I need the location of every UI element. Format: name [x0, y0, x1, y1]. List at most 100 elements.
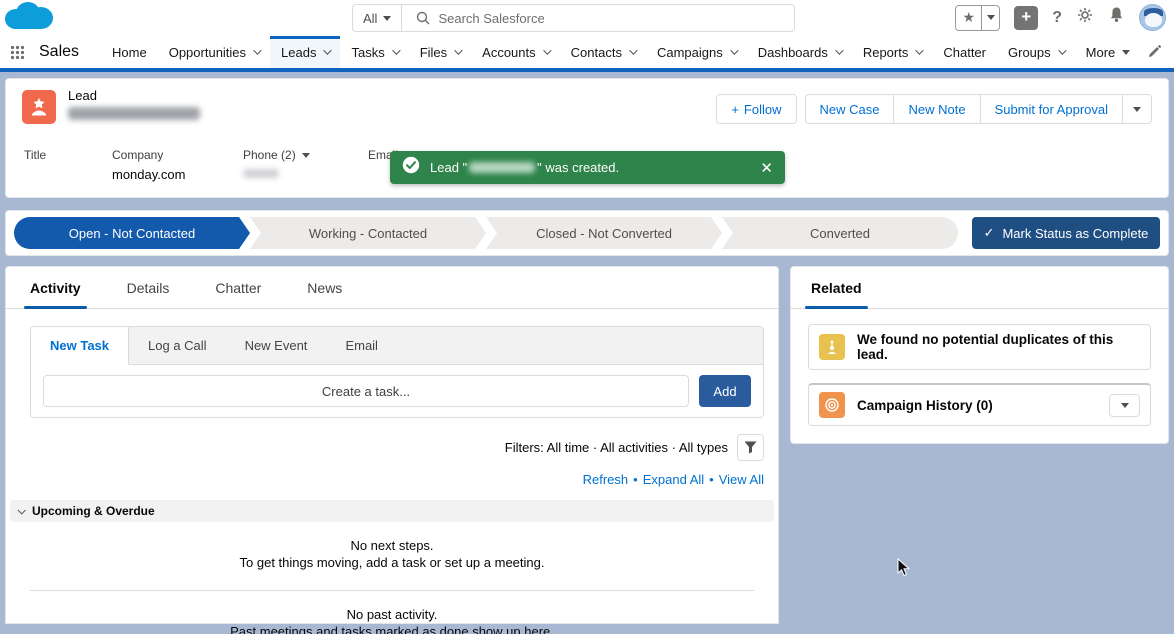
salesforce-lead-page: All ★ + ? — [0, 0, 1174, 634]
help-icon[interactable]: ? — [1052, 9, 1062, 27]
chevron-down-icon — [916, 46, 924, 54]
no-next-steps-message: No next steps. To get things moving, add… — [6, 537, 778, 571]
global-actions-plus-icon[interactable]: + — [1014, 6, 1038, 30]
nav-item-files[interactable]: Files — [409, 36, 471, 68]
tab-new-event[interactable]: New Event — [226, 327, 327, 364]
favorites-chevron-icon[interactable] — [982, 6, 999, 30]
edit-navigation-pencil-icon[interactable] — [1146, 44, 1162, 65]
tab-new-task[interactable]: New Task — [31, 327, 129, 365]
phone-dropdown-icon[interactable] — [302, 153, 310, 158]
campaign-history-title: Campaign History (0) — [857, 398, 993, 413]
path-stage-converted[interactable]: Converted — [722, 217, 958, 249]
follow-button[interactable]: + Follow — [716, 94, 796, 124]
chevron-down-icon — [324, 46, 332, 54]
nav-item-tasks[interactable]: Tasks — [340, 36, 408, 68]
phone-value-redacted — [243, 169, 279, 178]
submit-for-approval-button[interactable]: Submit for Approval — [980, 94, 1122, 124]
campaign-history-card: Campaign History (0) — [808, 383, 1151, 426]
search-scope-dropdown[interactable]: All — [353, 5, 402, 31]
refresh-link[interactable]: Refresh — [583, 472, 629, 487]
chevron-down-icon — [629, 46, 637, 54]
duplicates-message: We found no potential duplicates of this… — [857, 332, 1140, 362]
nav-item-accounts[interactable]: Accounts — [471, 36, 559, 68]
activity-divider — [30, 590, 754, 591]
toast-lead-name-redacted — [469, 162, 535, 173]
nav-item-dashboards[interactable]: Dashboards — [747, 36, 852, 68]
tab-email[interactable]: Email — [326, 327, 397, 364]
expand-all-link[interactable]: Expand All — [643, 472, 704, 487]
nav-item-groups[interactable]: Groups — [997, 36, 1075, 68]
tab-activity[interactable]: Activity — [30, 267, 81, 308]
favorites-star-icon[interactable]: ★ — [956, 6, 982, 30]
upcoming-overdue-section-header[interactable]: Upcoming & Overdue — [10, 500, 774, 522]
duplicates-card: We found no potential duplicates of this… — [808, 324, 1151, 370]
tab-details[interactable]: Details — [127, 267, 170, 308]
favorites-control[interactable]: ★ — [955, 5, 1000, 31]
search-input[interactable] — [438, 11, 794, 26]
nav-item-leads[interactable]: Leads — [270, 36, 340, 68]
add-task-button[interactable]: Add — [699, 375, 751, 407]
success-toast: Lead " " was created. ✕ — [390, 151, 785, 184]
activity-publisher: New Task Log a Call New Event Email Add — [30, 326, 764, 418]
campaign-icon — [819, 392, 845, 418]
toast-close-icon[interactable]: ✕ — [760, 159, 773, 177]
chevron-down-icon — [454, 46, 462, 54]
global-search[interactable]: All — [352, 4, 795, 32]
nav-item-contacts[interactable]: Contacts — [560, 36, 646, 68]
activity-filters-summary: Filters: All time · All activities · All… — [505, 440, 728, 455]
app-navigation-bar: Sales Home Opportunities Leads Tasks Fil… — [0, 36, 1174, 72]
setup-gear-icon[interactable] — [1076, 6, 1094, 29]
chevron-down-icon — [253, 46, 261, 54]
filter-button[interactable] — [737, 434, 764, 461]
success-check-icon — [402, 156, 420, 179]
campaign-history-dropdown-button[interactable] — [1109, 394, 1140, 417]
new-case-button[interactable]: New Case — [805, 94, 894, 124]
search-scope-label: All — [363, 11, 377, 26]
field-phone: Phone (2) — [243, 148, 368, 182]
lead-status-path: Open - Not Contacted Working - Contacted… — [5, 210, 1169, 256]
field-title: Title — [24, 148, 112, 182]
header-utility-icons: ★ + ? — [955, 4, 1166, 31]
tab-related[interactable]: Related — [811, 267, 862, 308]
triangle-down-icon — [1122, 50, 1130, 55]
mouse-cursor — [897, 558, 911, 583]
nav-item-reports[interactable]: Reports — [852, 36, 933, 68]
new-note-button[interactable]: New Note — [893, 94, 979, 124]
tab-chatter[interactable]: Chatter — [215, 267, 261, 308]
plus-icon: + — [731, 102, 739, 117]
view-all-link[interactable]: View All — [719, 472, 764, 487]
user-avatar[interactable] — [1139, 4, 1166, 31]
nav-item-more[interactable]: More — [1075, 36, 1142, 68]
tab-news[interactable]: News — [307, 267, 342, 308]
chevron-down-icon — [543, 46, 551, 54]
nav-item-chatter[interactable]: Chatter — [932, 36, 997, 68]
path-stage-working-contacted[interactable]: Working - Contacted — [250, 217, 486, 249]
notifications-bell-icon[interactable] — [1108, 6, 1125, 29]
field-company: Company monday.com — [112, 148, 243, 182]
app-name[interactable]: Sales — [33, 36, 101, 68]
check-icon: ✓ — [984, 225, 995, 241]
publisher-tabs: New Task Log a Call New Event Email — [31, 327, 763, 365]
activity-panel: Activity Details Chatter News New Task L… — [5, 266, 779, 624]
app-launcher-icon[interactable] — [0, 36, 33, 68]
lead-name-redacted — [68, 107, 200, 120]
path-stage-open-not-contacted[interactable]: Open - Not Contacted — [14, 217, 250, 249]
create-task-input[interactable] — [43, 375, 689, 407]
chevron-down-icon — [392, 46, 400, 54]
nav-item-opportunities[interactable]: Opportunities — [158, 36, 270, 68]
record-tabs: Activity Details Chatter News — [6, 267, 778, 309]
mark-status-complete-button[interactable]: ✓ Mark Status as Complete — [972, 217, 1160, 249]
more-actions-dropdown-button[interactable] — [1122, 94, 1152, 124]
nav-item-campaigns[interactable]: Campaigns — [646, 36, 747, 68]
record-action-buttons: + Follow New Case New Note Submit for Ap… — [716, 94, 1152, 124]
related-panel: Related We found no potential duplicates… — [790, 266, 1169, 444]
path-stage-closed-not-converted[interactable]: Closed - Not Converted — [486, 217, 722, 249]
chevron-down-icon — [383, 16, 391, 21]
no-past-activity-message: No past activity. Past meetings and task… — [6, 606, 778, 634]
tab-log-a-call[interactable]: Log a Call — [129, 327, 226, 364]
record-entity-label: Lead — [68, 88, 200, 103]
activity-links: Refresh • Expand All • View All — [6, 472, 778, 487]
nav-item-home[interactable]: Home — [101, 36, 158, 68]
chevron-down-icon — [835, 46, 843, 54]
salesforce-logo[interactable] — [2, 0, 56, 39]
